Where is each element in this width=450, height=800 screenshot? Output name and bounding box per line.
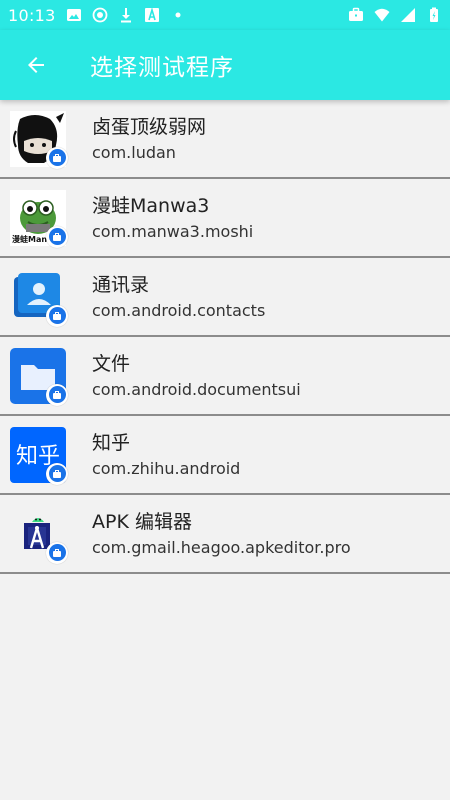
app-name: 文件 bbox=[92, 352, 131, 375]
work-badge-icon bbox=[46, 225, 68, 248]
status-right bbox=[348, 7, 442, 23]
work-badge-icon bbox=[46, 462, 68, 485]
contacts-icon bbox=[10, 269, 68, 327]
app-package: com.ludan bbox=[92, 142, 176, 162]
status-bar: 10:13 bbox=[0, 0, 450, 30]
zhihu-icon: 知乎 bbox=[10, 426, 68, 485]
signal-icon bbox=[401, 8, 415, 22]
download-icon bbox=[120, 8, 131, 23]
app-name: 知乎 bbox=[92, 431, 131, 454]
record-icon bbox=[92, 7, 108, 23]
app-text: 通讯录 com.android.contacts bbox=[92, 272, 265, 322]
app-package: com.gmail.heagoo.apkeditor.pro bbox=[92, 537, 351, 557]
work-badge-icon bbox=[46, 383, 68, 406]
status-left: 10:13 bbox=[8, 6, 186, 25]
font-icon bbox=[144, 7, 159, 22]
app-text: 知乎 com.zhihu.android bbox=[92, 430, 240, 480]
app-package: com.android.contacts bbox=[92, 300, 266, 320]
list-item[interactable]: 知乎 知乎 com.zhihu.android bbox=[0, 416, 450, 495]
app-list: 卤蛋顶级弱网 com.ludan 漫蛙Man 漫蛙Manwa3 com.manw… bbox=[0, 100, 450, 574]
back-button[interactable] bbox=[22, 51, 50, 79]
status-time: 10:13 bbox=[8, 5, 56, 25]
work-badge-icon bbox=[46, 146, 68, 169]
app-text: 文件 com.android.documentsui bbox=[92, 351, 301, 401]
page-title: 选择测试程序 bbox=[90, 55, 234, 81]
apkeditor-icon bbox=[10, 505, 68, 564]
files-icon bbox=[10, 347, 68, 406]
work-badge-icon bbox=[46, 541, 68, 564]
work-profile-icon bbox=[349, 7, 363, 21]
work-badge-icon bbox=[46, 304, 68, 327]
arrow-left-icon bbox=[28, 57, 44, 73]
app-package: com.manwa3.moshi bbox=[92, 221, 254, 241]
app-package: com.android.documentsui bbox=[92, 379, 301, 399]
svg-text:漫蛙Man: 漫蛙Man bbox=[12, 234, 47, 244]
app-bar: 选择测试程序 bbox=[0, 30, 450, 100]
list-item[interactable]: 漫蛙Man 漫蛙Manwa3 com.manwa3.moshi bbox=[0, 179, 450, 258]
app-name: APK 编辑器 bbox=[92, 510, 192, 533]
app-text: APK 编辑器 com.gmail.heagoo.apkeditor.pro bbox=[92, 509, 351, 559]
image-icon bbox=[66, 9, 81, 21]
list-item[interactable]: 通讯录 com.android.contacts bbox=[0, 258, 450, 337]
app-name: 卤蛋顶级弱网 bbox=[92, 115, 207, 138]
manwa-icon: 漫蛙Man bbox=[10, 189, 68, 248]
ludan-icon bbox=[10, 110, 68, 169]
app-name: 漫蛙Manwa3 bbox=[92, 194, 210, 217]
list-item[interactable]: 卤蛋顶级弱网 com.ludan bbox=[0, 100, 450, 179]
dot-icon bbox=[175, 12, 181, 18]
battery-icon bbox=[430, 7, 438, 22]
app-package: com.zhihu.android bbox=[92, 458, 241, 478]
app-text: 漫蛙Manwa3 com.manwa3.moshi bbox=[92, 193, 253, 243]
app-text: 卤蛋顶级弱网 com.ludan bbox=[92, 114, 206, 164]
list-item[interactable]: 文件 com.android.documentsui bbox=[0, 337, 450, 416]
app-name: 通讯录 bbox=[92, 273, 150, 296]
list-item[interactable]: APK 编辑器 com.gmail.heagoo.apkeditor.pro bbox=[0, 495, 450, 574]
wifi-icon bbox=[374, 8, 390, 22]
